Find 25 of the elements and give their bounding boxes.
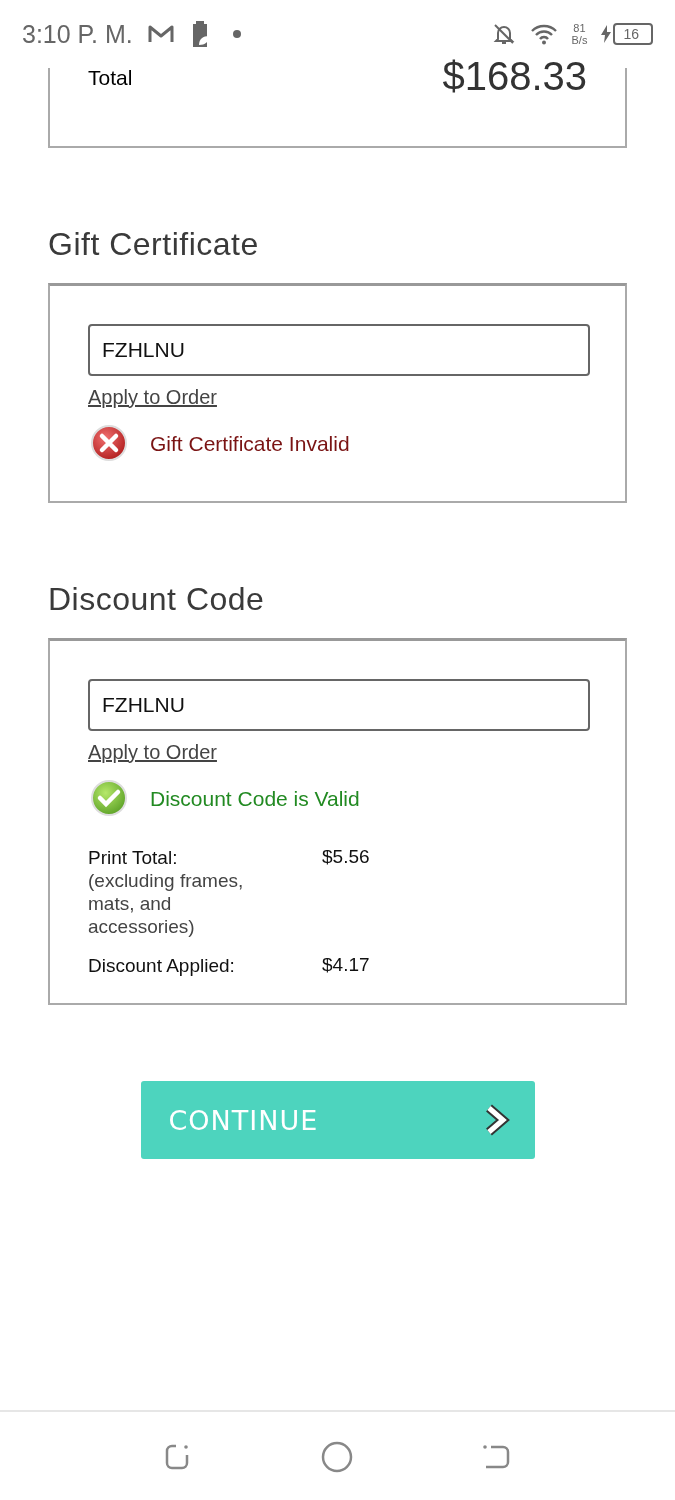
status-message: Discount Code is Valid bbox=[150, 787, 360, 811]
net-unit: B/s bbox=[571, 34, 588, 46]
mail-icon bbox=[146, 23, 175, 45]
code-input-field[interactable]: FZHLNU bbox=[88, 324, 590, 376]
detail-value: $5.56 bbox=[322, 846, 370, 869]
detail-note: (excluding frames, mats, and accessories) bbox=[88, 869, 245, 938]
status-message: Gift Certificate Invalid bbox=[150, 432, 350, 456]
section-title: Gift Certificate bbox=[48, 226, 260, 263]
net-speed: 81 bbox=[573, 22, 586, 34]
apply-link[interactable]: Apply to Order bbox=[88, 741, 217, 764]
bell-off-icon bbox=[491, 22, 516, 46]
section-title: Discount Code bbox=[48, 581, 266, 618]
home-icon[interactable] bbox=[321, 1441, 354, 1473]
total-label: Total bbox=[88, 66, 133, 90]
battery-level: 16 bbox=[613, 23, 653, 45]
status-time: 3:10 P. M. bbox=[22, 19, 133, 49]
apply-link[interactable]: Apply to Order bbox=[88, 386, 217, 409]
code-input-field[interactable]: FZHLNU bbox=[88, 679, 590, 731]
total-amount: $168.33 bbox=[442, 56, 587, 96]
dot-icon bbox=[232, 30, 241, 38]
detail-label: Print Total: bbox=[88, 846, 179, 869]
detail-label: Discount Applied: bbox=[88, 954, 236, 977]
wifi-icon bbox=[529, 23, 558, 45]
detail-value: $4.17 bbox=[322, 954, 370, 977]
charging-icon bbox=[601, 25, 612, 43]
